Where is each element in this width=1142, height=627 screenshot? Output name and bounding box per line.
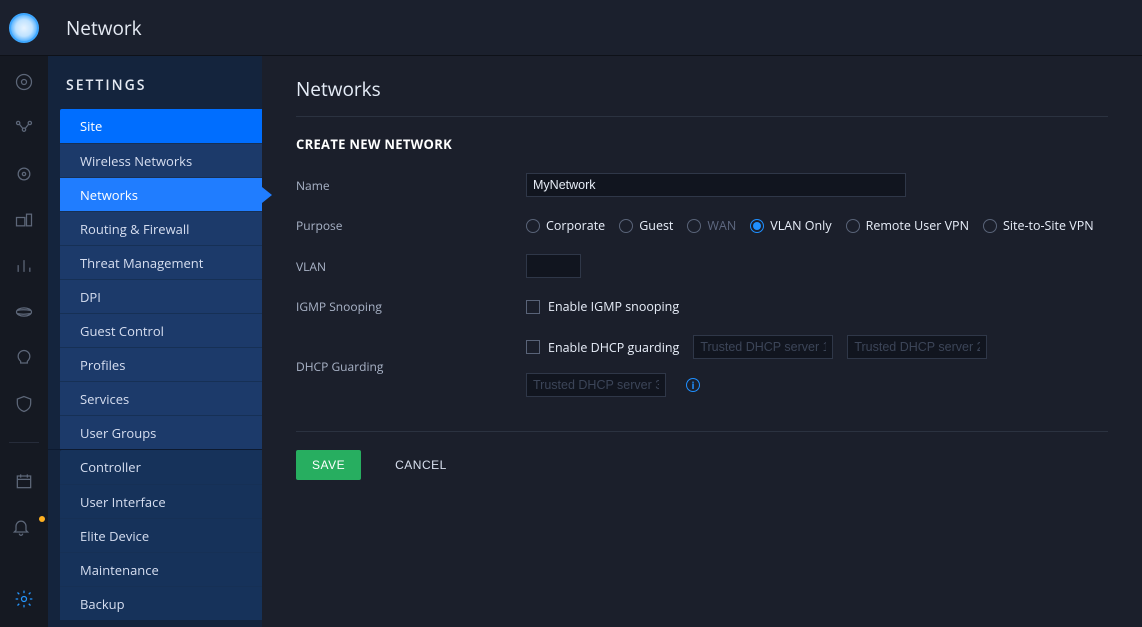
radio-dot-icon: [750, 219, 764, 233]
panel-title: Networks: [296, 76, 1108, 117]
rail-calendar-icon[interactable]: [0, 469, 48, 493]
left-rail: [0, 56, 48, 627]
button-row: SAVE CANCEL: [296, 450, 1108, 480]
settings-group-2: Controller User Interface Elite Device M…: [60, 450, 262, 620]
sidebar-item-threat-management[interactable]: Threat Management: [60, 245, 262, 279]
sidebar-item-services[interactable]: Services: [60, 381, 262, 415]
radio-dot-icon: [619, 219, 633, 233]
brand-icon[interactable]: [0, 0, 48, 56]
settings-group-1: Site Wireless Networks Networks Routing …: [60, 109, 262, 449]
sidebar-item-label: Site: [80, 117, 102, 135]
sidebar-item-label: Wireless Networks: [80, 152, 192, 170]
cancel-button[interactable]: CANCEL: [379, 450, 463, 480]
rail-devices-icon[interactable]: [0, 162, 48, 186]
radio-label: Site-to-Site VPN: [1003, 217, 1094, 234]
notification-dot: [39, 516, 45, 522]
dhcp-server-2-input: [847, 335, 987, 359]
create-network-form: Name Purpose Corporate Guest WAN VLAN On…: [296, 173, 1108, 397]
radio-label: Corporate: [546, 217, 605, 234]
sidebar-item-user-interface[interactable]: User Interface: [60, 484, 262, 518]
label-igmp: IGMP Snooping: [296, 298, 526, 315]
radio-label: Remote User VPN: [866, 217, 969, 234]
form-separator: [296, 431, 1108, 432]
sidebar-item-label: Controller: [80, 458, 141, 476]
radio-dot-icon: [846, 219, 860, 233]
label-dhcp: DHCP Guarding: [296, 358, 526, 375]
page-title: Network: [66, 15, 142, 41]
radio-dot-icon: [526, 219, 540, 233]
radio-vlan-only[interactable]: VLAN Only: [750, 217, 831, 234]
sidebar-item-profiles[interactable]: Profiles: [60, 347, 262, 381]
sidebar-item-user-groups[interactable]: User Groups: [60, 415, 262, 449]
sidebar-item-elite-device[interactable]: Elite Device: [60, 518, 262, 552]
sidebar-item-label: Guest Control: [80, 322, 164, 340]
dhcp-server-1-input: [693, 335, 833, 359]
sidebar-item-label: Networks: [80, 186, 138, 204]
vlan-input[interactable]: [526, 254, 581, 278]
sidebar-item-wireless-networks[interactable]: Wireless Networks: [60, 143, 262, 177]
rail-dashboard-icon[interactable]: [0, 70, 48, 94]
sidebar-item-label: Elite Device: [80, 527, 149, 545]
radio-guest[interactable]: Guest: [619, 217, 673, 234]
rail-gear-icon[interactable]: [0, 587, 48, 611]
rail-bell-icon[interactable]: [0, 515, 48, 539]
top-bar: Network: [0, 0, 1142, 56]
main-panel: Networks CREATE NEW NETWORK Name Purpose…: [262, 56, 1142, 627]
purpose-radio-group: Corporate Guest WAN VLAN Only Remote Use…: [526, 217, 1108, 234]
sidebar-item-label: Services: [80, 390, 129, 408]
name-input[interactable]: [526, 173, 906, 197]
sidebar-item-label: User Interface: [80, 493, 166, 511]
radio-label: VLAN Only: [770, 217, 831, 234]
section-title: CREATE NEW NETWORK: [296, 135, 1108, 153]
info-icon[interactable]: i: [686, 378, 700, 392]
sidebar-item-label: DPI: [80, 288, 101, 306]
rail-security-icon[interactable]: [0, 300, 48, 324]
sidebar-item-networks[interactable]: Networks: [60, 177, 262, 211]
checkbox-label: Enable IGMP snooping: [548, 298, 679, 315]
radio-wan: WAN: [687, 217, 736, 234]
radio-site-to-site-vpn[interactable]: Site-to-Site VPN: [983, 217, 1094, 234]
label-vlan: VLAN: [296, 258, 526, 275]
label-purpose: Purpose: [296, 217, 526, 234]
rail-shield-icon[interactable]: [0, 392, 48, 416]
sidebar-item-maintenance[interactable]: Maintenance: [60, 552, 262, 586]
checkbox-box-icon: [526, 340, 540, 354]
sidebar-item-label: Threat Management: [80, 254, 203, 272]
igmp-checkbox[interactable]: Enable IGMP snooping: [526, 298, 679, 315]
radio-remote-user-vpn[interactable]: Remote User VPN: [846, 217, 969, 234]
dhcp-checkbox[interactable]: Enable DHCP guarding: [526, 339, 679, 356]
sidebar-item-label: Backup: [80, 595, 125, 613]
sidebar-item-label: Profiles: [80, 356, 125, 374]
radio-dot-icon: [983, 219, 997, 233]
radio-label: Guest: [639, 217, 673, 234]
sidebar-item-label: User Groups: [80, 424, 156, 442]
sidebar-item-site[interactable]: Site: [60, 109, 262, 143]
rail-divider: [9, 442, 39, 443]
rail-insights-icon[interactable]: [0, 208, 48, 232]
settings-sidebar: SETTINGS Site Wireless Networks Networks…: [48, 56, 262, 627]
sidebar-item-routing-firewall[interactable]: Routing & Firewall: [60, 211, 262, 245]
sidebar-item-guest-control[interactable]: Guest Control: [60, 313, 262, 347]
checkbox-box-icon: [526, 300, 540, 314]
dhcp-server-3-input: [526, 373, 666, 397]
sidebar-item-label: Routing & Firewall: [80, 220, 189, 238]
label-name: Name: [296, 177, 526, 194]
sidebar-item-label: Maintenance: [80, 561, 159, 579]
brand-logo: [9, 13, 39, 43]
settings-heading: SETTINGS: [48, 76, 262, 109]
sidebar-item-dpi[interactable]: DPI: [60, 279, 262, 313]
radio-dot-icon: [687, 219, 701, 233]
rail-stats-icon[interactable]: [0, 254, 48, 278]
radio-label: WAN: [707, 217, 736, 234]
rail-graph-icon[interactable]: [0, 116, 48, 140]
sidebar-item-controller[interactable]: Controller: [60, 450, 262, 484]
sidebar-item-backup[interactable]: Backup: [60, 586, 262, 620]
checkbox-label: Enable DHCP guarding: [548, 339, 679, 356]
rail-shape-icon[interactable]: [0, 346, 48, 370]
save-button[interactable]: SAVE: [296, 450, 361, 480]
radio-corporate[interactable]: Corporate: [526, 217, 605, 234]
